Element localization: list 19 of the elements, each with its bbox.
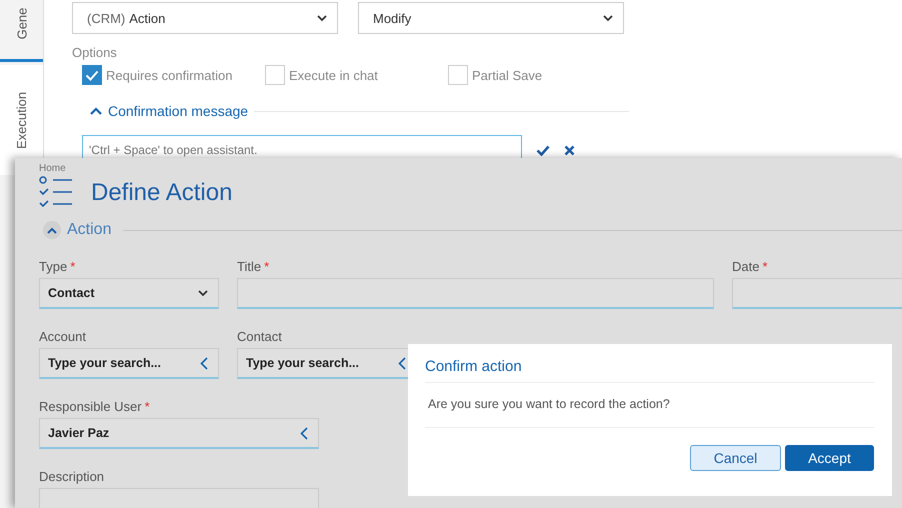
- field-label: Date: [732, 259, 760, 274]
- field-label: Description: [39, 469, 104, 484]
- checkbox-label: Execute in chat: [289, 68, 378, 82]
- options-label: Options: [72, 45, 118, 60]
- required-mark: *: [144, 399, 150, 414]
- section-title: Action: [67, 221, 112, 239]
- required-mark: *: [762, 259, 768, 274]
- checkbox-label: Requires confirmation: [106, 68, 232, 82]
- field-label: Contact: [237, 329, 282, 344]
- page-title: Define Action: [91, 178, 232, 206]
- field-label: Responsible User: [39, 399, 142, 414]
- dialog-title: Confirm action: [425, 358, 523, 377]
- field-label: Account: [39, 329, 86, 344]
- dialog-message: Are you sure you want to record the action?: [427, 396, 671, 413]
- field-label: Title: [237, 259, 262, 274]
- required-mark: *: [70, 259, 76, 274]
- field-label: Type: [39, 259, 68, 274]
- checkbox-label: Partial Save: [472, 68, 542, 82]
- required-mark: *: [264, 259, 270, 274]
